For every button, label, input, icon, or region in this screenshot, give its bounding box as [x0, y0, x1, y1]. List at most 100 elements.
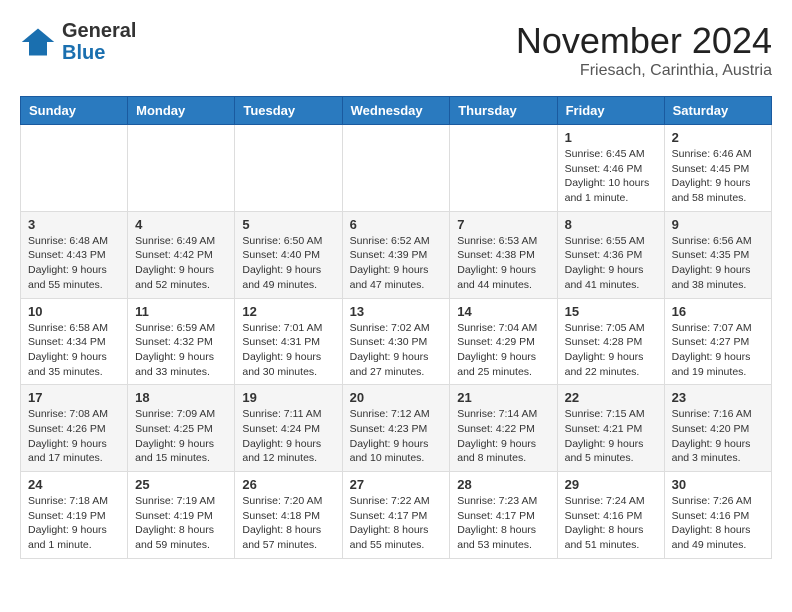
- day-number: 11: [135, 304, 227, 319]
- day-info: Sunrise: 6:55 AM Sunset: 4:36 PM Dayligh…: [565, 234, 657, 293]
- day-number: 2: [672, 130, 764, 145]
- day-info: Sunrise: 7:15 AM Sunset: 4:21 PM Dayligh…: [565, 407, 657, 466]
- day-number: 6: [350, 217, 443, 232]
- day-info: Sunrise: 7:09 AM Sunset: 4:25 PM Dayligh…: [135, 407, 227, 466]
- day-info: Sunrise: 6:45 AM Sunset: 4:46 PM Dayligh…: [565, 147, 657, 206]
- calendar-cell: [450, 125, 557, 212]
- day-number: 30: [672, 477, 764, 492]
- calendar-cell: [342, 125, 450, 212]
- day-info: Sunrise: 7:22 AM Sunset: 4:17 PM Dayligh…: [350, 494, 443, 553]
- calendar-cell: 8Sunrise: 6:55 AM Sunset: 4:36 PM Daylig…: [557, 211, 664, 298]
- logo: General Blue: [20, 20, 136, 64]
- day-info: Sunrise: 7:08 AM Sunset: 4:26 PM Dayligh…: [28, 407, 120, 466]
- week-row-1: 1 Sunrise: 6:45 AM Sunset: 4:46 PM Daylig…: [21, 125, 772, 212]
- calendar-cell: 23 Sunrise: 7:16 AM Sunset: 4:20 PM Dayli…: [664, 385, 771, 472]
- weekday-header-friday: Friday: [557, 97, 664, 125]
- weekday-header-monday: Monday: [128, 97, 235, 125]
- day-info: Sunrise: 6:48 AM Sunset: 4:43 PM Dayligh…: [28, 234, 120, 293]
- day-info: Sunrise: 6:49 AM Sunset: 4:42 PM Dayligh…: [135, 234, 227, 293]
- day-info: Sunrise: 7:05 AM Sunset: 4:28 PM Dayligh…: [565, 321, 657, 380]
- day-number: 5: [242, 217, 334, 232]
- weekday-header-sunday: Sunday: [21, 97, 128, 125]
- day-number: 9: [672, 217, 764, 232]
- calendar-cell: 2Sunrise: 6:46 AM Sunset: 4:45 PM Daylig…: [664, 125, 771, 212]
- week-row-3: 10 Sunrise: 6:58 AM Sunset: 4:34 PM Dayli…: [21, 298, 772, 385]
- day-info: Sunrise: 7:18 AM Sunset: 4:19 PM Dayligh…: [28, 494, 120, 553]
- calendar-cell: 24Sunrise: 7:18 AM Sunset: 4:19 PM Dayli…: [21, 472, 128, 559]
- calendar-cell: 15 Sunrise: 7:05 AM Sunset: 4:28 PM Dayli…: [557, 298, 664, 385]
- weekday-header-saturday: Saturday: [664, 97, 771, 125]
- calendar-cell: 27 Sunrise: 7:22 AM Sunset: 4:17 PM Dayli…: [342, 472, 450, 559]
- day-number: 19: [242, 390, 334, 405]
- day-info: Sunrise: 7:19 AM Sunset: 4:19 PM Dayligh…: [135, 494, 227, 553]
- day-info: Sunrise: 7:04 AM Sunset: 4:29 PM Dayligh…: [457, 321, 549, 380]
- calendar-cell: 28 Sunrise: 7:23 AM Sunset: 4:17 PM Dayli…: [450, 472, 557, 559]
- calendar-cell: 26 Sunrise: 7:20 AM Sunset: 4:18 PM Dayli…: [235, 472, 342, 559]
- day-info: Sunrise: 7:01 AM Sunset: 4:31 PM Dayligh…: [242, 321, 334, 380]
- logo-text: General Blue: [62, 20, 136, 64]
- day-info: Sunrise: 7:12 AM Sunset: 4:23 PM Dayligh…: [350, 407, 443, 466]
- day-number: 21: [457, 390, 549, 405]
- calendar-cell: 10 Sunrise: 6:58 AM Sunset: 4:34 PM Dayli…: [21, 298, 128, 385]
- day-info: Sunrise: 6:56 AM Sunset: 4:35 PM Dayligh…: [672, 234, 764, 293]
- day-number: 26: [242, 477, 334, 492]
- day-number: 4: [135, 217, 227, 232]
- day-info: Sunrise: 7:23 AM Sunset: 4:17 PM Dayligh…: [457, 494, 549, 553]
- day-number: 25: [135, 477, 227, 492]
- day-number: 18: [135, 390, 227, 405]
- week-row-2: 3 Sunrise: 6:48 AM Sunset: 4:43 PM Daylig…: [21, 211, 772, 298]
- calendar-cell: [128, 125, 235, 212]
- weekday-header-row: SundayMondayTuesdayWednesdayThursdayFrid…: [21, 97, 772, 125]
- calendar-cell: 6Sunrise: 6:52 AM Sunset: 4:39 PM Daylig…: [342, 211, 450, 298]
- month-year-title: November 2024: [516, 20, 772, 62]
- day-info: Sunrise: 7:20 AM Sunset: 4:18 PM Dayligh…: [242, 494, 334, 553]
- day-info: Sunrise: 6:58 AM Sunset: 4:34 PM Dayligh…: [28, 321, 120, 380]
- day-info: Sunrise: 7:14 AM Sunset: 4:22 PM Dayligh…: [457, 407, 549, 466]
- location-subtitle: Friesach, Carinthia, Austria: [516, 62, 772, 80]
- day-number: 23: [672, 390, 764, 405]
- weekday-header-thursday: Thursday: [450, 97, 557, 125]
- weekday-header-tuesday: Tuesday: [235, 97, 342, 125]
- day-number: 10: [28, 304, 120, 319]
- calendar-cell: 5Sunrise: 6:50 AM Sunset: 4:40 PM Daylig…: [235, 211, 342, 298]
- day-number: 27: [350, 477, 443, 492]
- day-info: Sunrise: 7:26 AM Sunset: 4:16 PM Dayligh…: [672, 494, 764, 553]
- calendar-cell: 1 Sunrise: 6:45 AM Sunset: 4:46 PM Daylig…: [557, 125, 664, 212]
- day-number: 1: [565, 130, 657, 145]
- day-number: 3: [28, 217, 120, 232]
- calendar-cell: 9 Sunrise: 6:56 AM Sunset: 4:35 PM Daylig…: [664, 211, 771, 298]
- calendar-cell: [235, 125, 342, 212]
- day-number: 20: [350, 390, 443, 405]
- title-section: November 2024 Friesach, Carinthia, Austr…: [516, 20, 772, 80]
- calendar-cell: 16 Sunrise: 7:07 AM Sunset: 4:27 PM Dayli…: [664, 298, 771, 385]
- day-number: 15: [565, 304, 657, 319]
- day-info: Sunrise: 7:11 AM Sunset: 4:24 PM Dayligh…: [242, 407, 334, 466]
- day-number: 14: [457, 304, 549, 319]
- day-info: Sunrise: 7:24 AM Sunset: 4:16 PM Dayligh…: [565, 494, 657, 553]
- day-info: Sunrise: 7:07 AM Sunset: 4:27 PM Dayligh…: [672, 321, 764, 380]
- calendar-cell: [21, 125, 128, 212]
- day-info: Sunrise: 6:53 AM Sunset: 4:38 PM Dayligh…: [457, 234, 549, 293]
- calendar-cell: 22 Sunrise: 7:15 AM Sunset: 4:21 PM Dayli…: [557, 385, 664, 472]
- calendar-cell: 13 Sunrise: 7:02 AM Sunset: 4:30 PM Dayli…: [342, 298, 450, 385]
- calendar-cell: 29Sunrise: 7:24 AM Sunset: 4:16 PM Dayli…: [557, 472, 664, 559]
- day-number: 13: [350, 304, 443, 319]
- day-number: 22: [565, 390, 657, 405]
- day-info: Sunrise: 6:59 AM Sunset: 4:32 PM Dayligh…: [135, 321, 227, 380]
- day-number: 12: [242, 304, 334, 319]
- calendar-cell: 18 Sunrise: 7:09 AM Sunset: 4:25 PM Dayli…: [128, 385, 235, 472]
- calendar-cell: 12 Sunrise: 7:01 AM Sunset: 4:31 PM Dayli…: [235, 298, 342, 385]
- logo-icon: [20, 24, 56, 60]
- day-number: 28: [457, 477, 549, 492]
- calendar-cell: 11 Sunrise: 6:59 AM Sunset: 4:32 PM Dayli…: [128, 298, 235, 385]
- day-number: 16: [672, 304, 764, 319]
- calendar-cell: 14 Sunrise: 7:04 AM Sunset: 4:29 PM Dayli…: [450, 298, 557, 385]
- calendar-cell: 4 Sunrise: 6:49 AM Sunset: 4:42 PM Daylig…: [128, 211, 235, 298]
- day-info: Sunrise: 7:02 AM Sunset: 4:30 PM Dayligh…: [350, 321, 443, 380]
- calendar-cell: 20 Sunrise: 7:12 AM Sunset: 4:23 PM Dayli…: [342, 385, 450, 472]
- day-number: 17: [28, 390, 120, 405]
- day-number: 7: [457, 217, 549, 232]
- page-header: General Blue November 2024 Friesach, Car…: [20, 20, 772, 80]
- day-info: Sunrise: 7:16 AM Sunset: 4:20 PM Dayligh…: [672, 407, 764, 466]
- calendar-table: SundayMondayTuesdayWednesdayThursdayFrid…: [20, 96, 772, 559]
